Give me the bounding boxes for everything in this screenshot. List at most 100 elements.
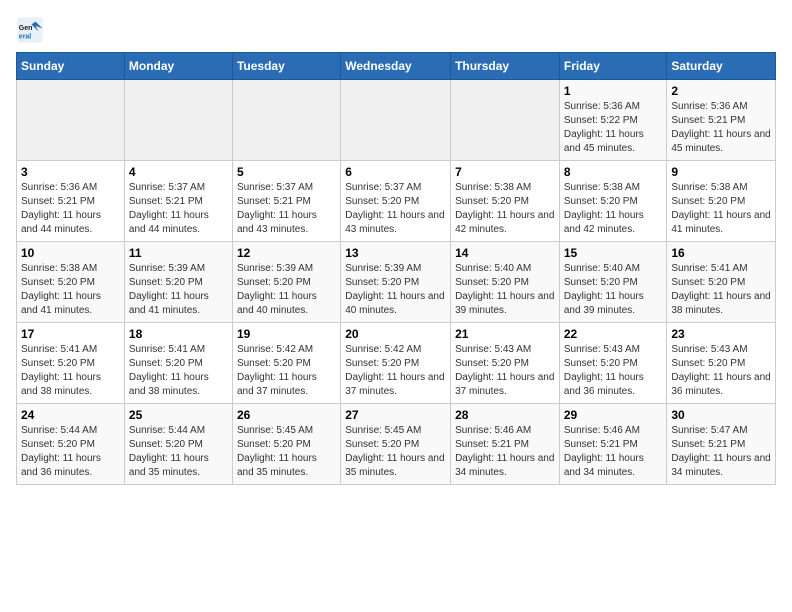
day-info: Sunrise: 5:47 AMSunset: 5:21 PMDaylight:… xyxy=(671,424,771,480)
day-number: 8 xyxy=(564,165,663,179)
day-info: Sunrise: 5:41 AMSunset: 5:20 PMDaylight:… xyxy=(129,343,228,399)
calendar-cell: 3 Sunrise: 5:36 AMSunset: 5:21 PMDaylight… xyxy=(17,161,125,242)
calendar-table: SundayMondayTuesdayWednesdayThursdayFrid… xyxy=(16,52,776,485)
calendar-cell: 16 Sunrise: 5:41 AMSunset: 5:20 PMDayligh… xyxy=(667,242,776,323)
day-info: Sunrise: 5:45 AMSunset: 5:20 PMDaylight:… xyxy=(345,424,446,480)
day-number: 15 xyxy=(564,246,663,260)
day-info: Sunrise: 5:38 AMSunset: 5:20 PMDaylight:… xyxy=(564,181,663,237)
day-info: Sunrise: 5:41 AMSunset: 5:20 PMDaylight:… xyxy=(21,343,120,399)
day-number: 16 xyxy=(671,246,771,260)
day-number: 4 xyxy=(129,165,228,179)
calendar-week-3: 10 Sunrise: 5:38 AMSunset: 5:20 PMDayligh… xyxy=(17,242,776,323)
calendar-cell xyxy=(17,80,125,161)
day-info: Sunrise: 5:46 AMSunset: 5:21 PMDaylight:… xyxy=(455,424,555,480)
day-number: 13 xyxy=(345,246,446,260)
calendar-header: SundayMondayTuesdayWednesdayThursdayFrid… xyxy=(17,53,776,80)
calendar-cell: 22Sunrise: 5:43 AMSunset: 5:20 PMDayligh… xyxy=(559,323,667,404)
day-number: 23 xyxy=(671,327,771,341)
day-info: Sunrise: 5:36 AMSunset: 5:22 PMDaylight:… xyxy=(564,100,663,156)
day-info: Sunrise: 5:38 AMSunset: 5:20 PMDaylight:… xyxy=(21,262,120,318)
calendar-cell: 27 Sunrise: 5:45 AMSunset: 5:20 PMDayligh… xyxy=(341,404,451,485)
calendar-cell: 18Sunrise: 5:41 AMSunset: 5:20 PMDayligh… xyxy=(124,323,232,404)
calendar-cell: 15 Sunrise: 5:40 AMSunset: 5:20 PMDayligh… xyxy=(559,242,667,323)
calendar-cell: 21 Sunrise: 5:43 AMSunset: 5:20 PMDayligh… xyxy=(451,323,560,404)
day-info: Sunrise: 5:36 AMSunset: 5:21 PMDaylight:… xyxy=(671,100,771,156)
calendar-cell: 20Sunrise: 5:42 AMSunset: 5:20 PMDayligh… xyxy=(341,323,451,404)
day-number: 24 xyxy=(21,408,120,422)
calendar-cell xyxy=(124,80,232,161)
day-number: 20 xyxy=(345,327,446,341)
calendar-cell: 8 Sunrise: 5:38 AMSunset: 5:20 PMDaylight… xyxy=(559,161,667,242)
calendar-cell: 19Sunrise: 5:42 AMSunset: 5:20 PMDayligh… xyxy=(232,323,340,404)
day-number: 27 xyxy=(345,408,446,422)
calendar-week-1: 1 Sunrise: 5:36 AMSunset: 5:22 PMDaylight… xyxy=(17,80,776,161)
weekday-header-tuesday: Tuesday xyxy=(232,53,340,80)
page-header: Gen eral xyxy=(16,16,776,44)
calendar-cell: 6 Sunrise: 5:37 AMSunset: 5:20 PMDaylight… xyxy=(341,161,451,242)
calendar-cell: 11 Sunrise: 5:39 AMSunset: 5:20 PMDayligh… xyxy=(124,242,232,323)
calendar-cell: 25Sunrise: 5:44 AMSunset: 5:20 PMDayligh… xyxy=(124,404,232,485)
calendar-cell: 2 Sunrise: 5:36 AMSunset: 5:21 PMDaylight… xyxy=(667,80,776,161)
day-number: 5 xyxy=(237,165,336,179)
weekday-header-wednesday: Wednesday xyxy=(341,53,451,80)
day-number: 29 xyxy=(564,408,663,422)
day-info: Sunrise: 5:40 AMSunset: 5:20 PMDaylight:… xyxy=(564,262,663,318)
calendar-cell: 7Sunrise: 5:38 AMSunset: 5:20 PMDaylight… xyxy=(451,161,560,242)
day-number: 2 xyxy=(671,84,771,98)
calendar-cell: 4 Sunrise: 5:37 AMSunset: 5:21 PMDaylight… xyxy=(124,161,232,242)
day-number: 3 xyxy=(21,165,120,179)
day-number: 7 xyxy=(455,165,555,179)
day-info: Sunrise: 5:43 AMSunset: 5:20 PMDaylight:… xyxy=(564,343,663,399)
calendar-cell: 26 Sunrise: 5:45 AMSunset: 5:20 PMDayligh… xyxy=(232,404,340,485)
day-info: Sunrise: 5:46 AMSunset: 5:21 PMDaylight:… xyxy=(564,424,663,480)
day-info: Sunrise: 5:39 AMSunset: 5:20 PMDaylight:… xyxy=(237,262,336,318)
day-number: 17 xyxy=(21,327,120,341)
day-info: Sunrise: 5:40 AMSunset: 5:20 PMDaylight:… xyxy=(455,262,555,318)
day-number: 11 xyxy=(129,246,228,260)
day-number: 19 xyxy=(237,327,336,341)
weekday-header-thursday: Thursday xyxy=(451,53,560,80)
day-number: 10 xyxy=(21,246,120,260)
logo-icon: Gen eral xyxy=(16,16,44,44)
calendar-cell xyxy=(232,80,340,161)
weekday-header-sunday: Sunday xyxy=(17,53,125,80)
day-number: 9 xyxy=(671,165,771,179)
day-number: 1 xyxy=(564,84,663,98)
calendar-cell xyxy=(451,80,560,161)
day-info: Sunrise: 5:37 AMSunset: 5:21 PMDaylight:… xyxy=(129,181,228,237)
calendar-week-2: 3 Sunrise: 5:36 AMSunset: 5:21 PMDaylight… xyxy=(17,161,776,242)
weekday-header-friday: Friday xyxy=(559,53,667,80)
day-info: Sunrise: 5:37 AMSunset: 5:21 PMDaylight:… xyxy=(237,181,336,237)
day-number: 26 xyxy=(237,408,336,422)
calendar-cell: 10 Sunrise: 5:38 AMSunset: 5:20 PMDayligh… xyxy=(17,242,125,323)
day-number: 6 xyxy=(345,165,446,179)
calendar-cell: 17 Sunrise: 5:41 AMSunset: 5:20 PMDayligh… xyxy=(17,323,125,404)
svg-text:Gen: Gen xyxy=(19,25,33,32)
day-info: Sunrise: 5:44 AMSunset: 5:20 PMDaylight:… xyxy=(21,424,120,480)
day-info: Sunrise: 5:43 AMSunset: 5:20 PMDaylight:… xyxy=(455,343,555,399)
day-info: Sunrise: 5:39 AMSunset: 5:20 PMDaylight:… xyxy=(345,262,446,318)
calendar-cell: 28 Sunrise: 5:46 AMSunset: 5:21 PMDayligh… xyxy=(451,404,560,485)
calendar-cell: 23 Sunrise: 5:43 AMSunset: 5:20 PMDayligh… xyxy=(667,323,776,404)
day-number: 28 xyxy=(455,408,555,422)
calendar-cell: 13 Sunrise: 5:39 AMSunset: 5:20 PMDayligh… xyxy=(341,242,451,323)
calendar-cell: 9 Sunrise: 5:38 AMSunset: 5:20 PMDaylight… xyxy=(667,161,776,242)
calendar-cell: 30Sunrise: 5:47 AMSunset: 5:21 PMDayligh… xyxy=(667,404,776,485)
day-number: 21 xyxy=(455,327,555,341)
weekday-header-saturday: Saturday xyxy=(667,53,776,80)
day-info: Sunrise: 5:36 AMSunset: 5:21 PMDaylight:… xyxy=(21,181,120,237)
calendar-cell: 5 Sunrise: 5:37 AMSunset: 5:21 PMDaylight… xyxy=(232,161,340,242)
calendar-week-4: 17 Sunrise: 5:41 AMSunset: 5:20 PMDayligh… xyxy=(17,323,776,404)
day-info: Sunrise: 5:39 AMSunset: 5:20 PMDaylight:… xyxy=(129,262,228,318)
calendar-cell: 12Sunrise: 5:39 AMSunset: 5:20 PMDayligh… xyxy=(232,242,340,323)
calendar-cell: 24 Sunrise: 5:44 AMSunset: 5:20 PMDayligh… xyxy=(17,404,125,485)
day-info: Sunrise: 5:37 AMSunset: 5:20 PMDaylight:… xyxy=(345,181,446,237)
day-info: Sunrise: 5:45 AMSunset: 5:20 PMDaylight:… xyxy=(237,424,336,480)
calendar-cell: 1 Sunrise: 5:36 AMSunset: 5:22 PMDaylight… xyxy=(559,80,667,161)
day-info: Sunrise: 5:41 AMSunset: 5:20 PMDaylight:… xyxy=(671,262,771,318)
svg-text:eral: eral xyxy=(19,33,32,40)
day-info: Sunrise: 5:38 AMSunset: 5:20 PMDaylight:… xyxy=(671,181,771,237)
calendar-week-5: 24 Sunrise: 5:44 AMSunset: 5:20 PMDayligh… xyxy=(17,404,776,485)
weekday-header-monday: Monday xyxy=(124,53,232,80)
day-info: Sunrise: 5:43 AMSunset: 5:20 PMDaylight:… xyxy=(671,343,771,399)
